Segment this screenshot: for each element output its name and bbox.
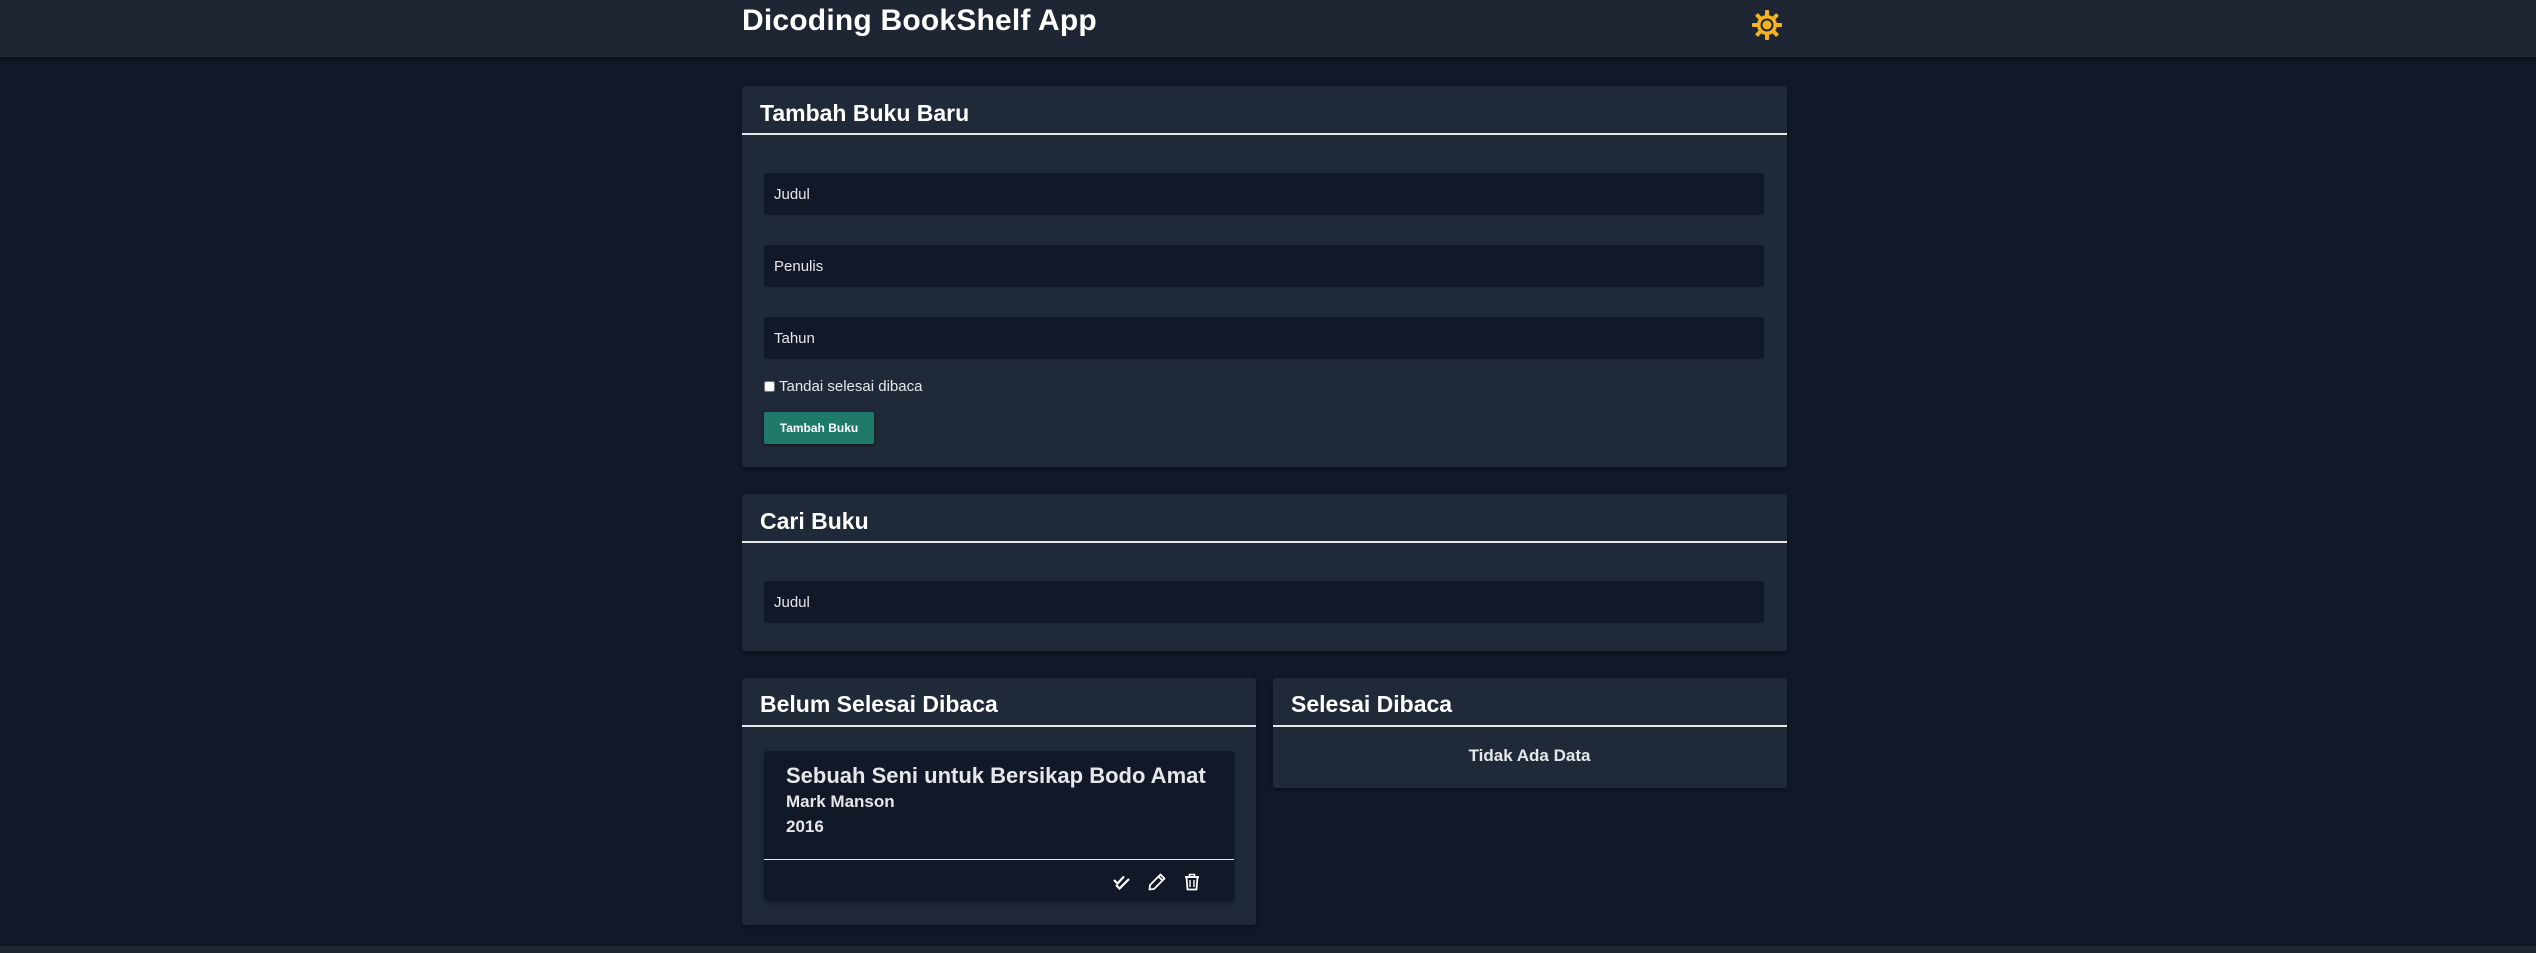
- footer-bar: [0, 946, 2536, 953]
- section-divider: [742, 725, 1256, 727]
- finished-checkbox-label: Tandai selesai dibaca: [779, 378, 923, 395]
- book-title: Sebuah Seni untuk Bersikap Bodo Amat: [786, 763, 1206, 788]
- app-title: Dicoding BookShelf App: [742, 4, 1097, 37]
- book-year-input[interactable]: [764, 317, 1764, 359]
- card-divider: [764, 859, 1234, 860]
- book-title-input[interactable]: [764, 173, 1764, 215]
- mark-finished-button[interactable]: [1111, 871, 1133, 893]
- search-section: Cari Buku: [742, 494, 1787, 651]
- unfinished-shelf: Belum Selesai Dibaca Sebuah Seni untuk B…: [742, 678, 1256, 925]
- section-divider: [742, 133, 1787, 135]
- pencil-icon: [1148, 873, 1166, 891]
- search-title: Cari Buku: [760, 508, 869, 534]
- book-card: Sebuah Seni untuk Bersikap Bodo Amat Mar…: [764, 751, 1234, 901]
- search-input[interactable]: [764, 581, 1764, 623]
- unfinished-shelf-title: Belum Selesai Dibaca: [760, 691, 998, 717]
- finished-shelf-title: Selesai Dibaca: [1291, 691, 1453, 717]
- section-divider: [1273, 725, 1787, 727]
- finished-checkbox-row[interactable]: Tandai selesai dibaca: [764, 378, 922, 395]
- empty-state-text: Tidak Ada Data: [1468, 746, 1591, 765]
- finished-shelf: Selesai Dibaca Tidak Ada Data: [1273, 678, 1787, 788]
- section-divider: [742, 541, 1787, 543]
- book-author: Mark Manson: [786, 792, 895, 811]
- edit-book-button[interactable]: [1146, 871, 1168, 893]
- book-author-input[interactable]: [764, 245, 1764, 287]
- book-year: 2016: [786, 817, 824, 836]
- trash-icon: [1185, 873, 1199, 891]
- sun-gear-icon: [1752, 10, 1782, 40]
- add-book-section: Tambah Buku Baru Tandai selesai dibaca T…: [742, 86, 1787, 467]
- finished-checkbox[interactable]: [764, 381, 775, 392]
- add-book-button[interactable]: Tambah Buku: [764, 412, 874, 444]
- app-header: Dicoding BookShelf App: [0, 0, 2536, 57]
- add-book-title: Tambah Buku Baru: [760, 100, 970, 126]
- double-check-icon: [1113, 875, 1130, 891]
- delete-book-button[interactable]: [1181, 871, 1203, 893]
- theme-toggle-button[interactable]: [1750, 8, 1784, 42]
